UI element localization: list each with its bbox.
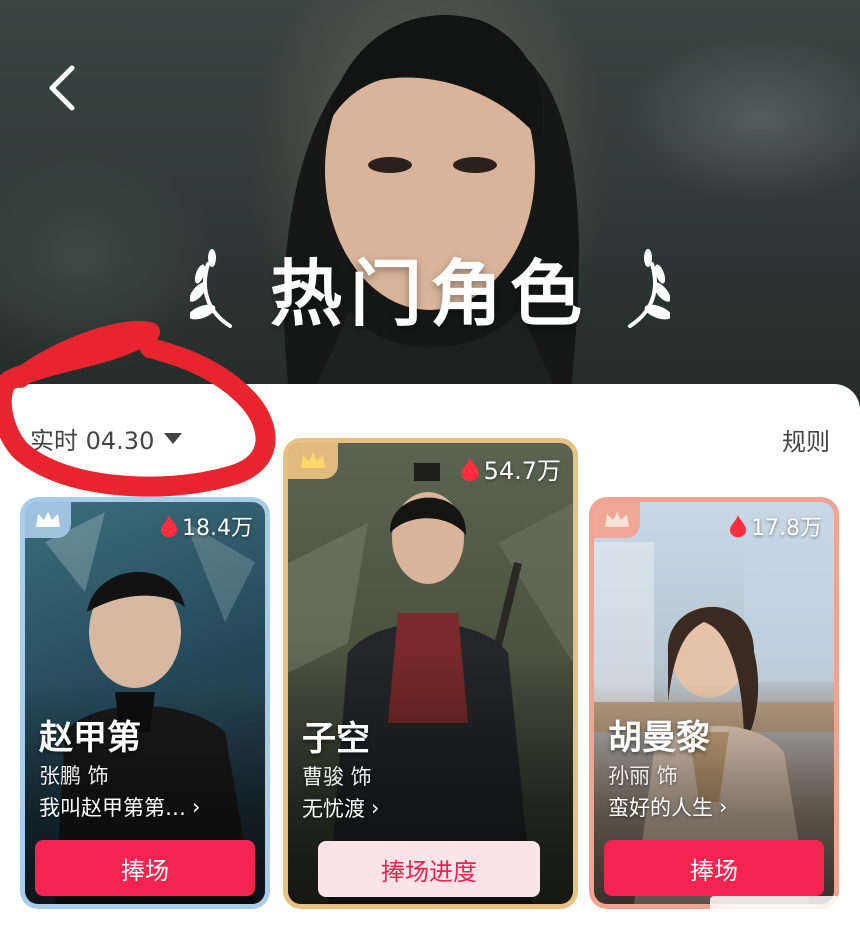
role-card-image: 54.7万 子空 曹骏 饰 无忧渡 › 捧场进度 [288,443,573,904]
heat-value: 18.4万 [182,516,253,541]
chevron-right-icon: › [371,796,380,820]
chevron-left-icon [49,65,75,111]
back-button[interactable] [40,60,90,116]
role-card-1[interactable]: 54.7万 子空 曹骏 饰 无忧渡 › 捧场进度 [283,438,578,909]
role-card-image: 18.4万 赵甲第 张鹏 饰 我叫赵甲第第… › 捧场 [25,502,265,904]
show-title: 我叫赵甲第第… [39,796,186,820]
role-name: 赵甲第 [39,718,141,758]
heat-count: 54.7万 [460,451,561,486]
heat-count: 18.4万 [160,510,253,542]
crown-icon [301,453,325,468]
role-name: 胡曼黎 [608,718,710,758]
role-card-3[interactable]: 17.8万 胡曼黎 孙丽 饰 蛮好的人生 › 捧场 [589,497,839,909]
rules-link[interactable]: 规则 [782,422,830,457]
heat-count: 17.8万 [729,510,822,542]
actor-name: 孙丽 饰 [608,764,678,788]
flame-icon [730,515,746,537]
rank-badge [25,502,71,538]
caret-down-icon [164,432,183,444]
laurel-left-icon [189,249,232,328]
crown-icon [36,512,60,527]
show-link[interactable]: 我叫赵甲第第… › [39,792,200,822]
actor-name: 张鹏 饰 [39,764,109,788]
date-label: 实时 04.30 [30,426,155,455]
actor-name: 曹骏 饰 [302,765,372,789]
support-button[interactable]: 捧场 [604,840,824,896]
rank-badge [594,502,640,538]
flame-icon [161,515,177,537]
heat-value: 54.7万 [483,457,561,485]
support-button[interactable]: 捧场 [35,840,255,896]
laurel-right-icon [628,249,670,328]
role-card-2[interactable]: 18.4万 赵甲第 张鹏 饰 我叫赵甲第第… › 捧场 [20,497,270,909]
heat-value: 17.8万 [751,516,822,541]
role-card-image: 17.8万 胡曼黎 孙丽 饰 蛮好的人生 › 捧场 [594,502,834,904]
crown-icon [605,512,629,527]
role-name: 子空 [302,719,370,759]
flame-icon [460,456,479,481]
page-title: 热门角色 [269,251,590,336]
support-progress-button[interactable]: 捧场进度 [318,841,540,897]
watermark [710,896,840,926]
show-title: 蛮好的人生 [608,796,713,820]
show-link[interactable]: 无忧渡 › [302,793,379,823]
chevron-right-icon: › [719,795,728,819]
rank-badge [288,443,338,479]
show-title: 无忧渡 [302,797,365,821]
date-selector[interactable]: 实时 04.30 [30,422,183,455]
hero-banner: 热门角色 [0,0,860,420]
show-link[interactable]: 蛮好的人生 › [608,792,727,822]
chevron-right-icon: › [192,795,201,819]
hero-title-row: 热门角色 [0,232,860,342]
